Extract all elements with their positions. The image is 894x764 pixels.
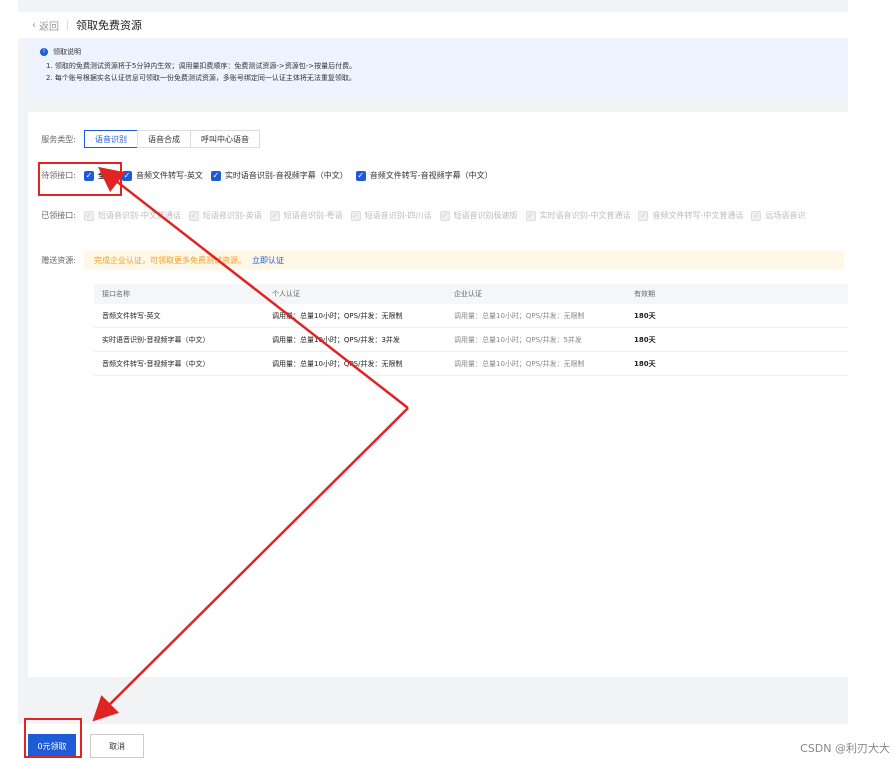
arrow-to-all-checkbox bbox=[98, 166, 409, 409]
watermark: CSDN @利刃大大 bbox=[800, 742, 890, 755]
arrow-to-claim-button bbox=[92, 407, 409, 722]
annotation-arrows bbox=[92, 166, 409, 722]
